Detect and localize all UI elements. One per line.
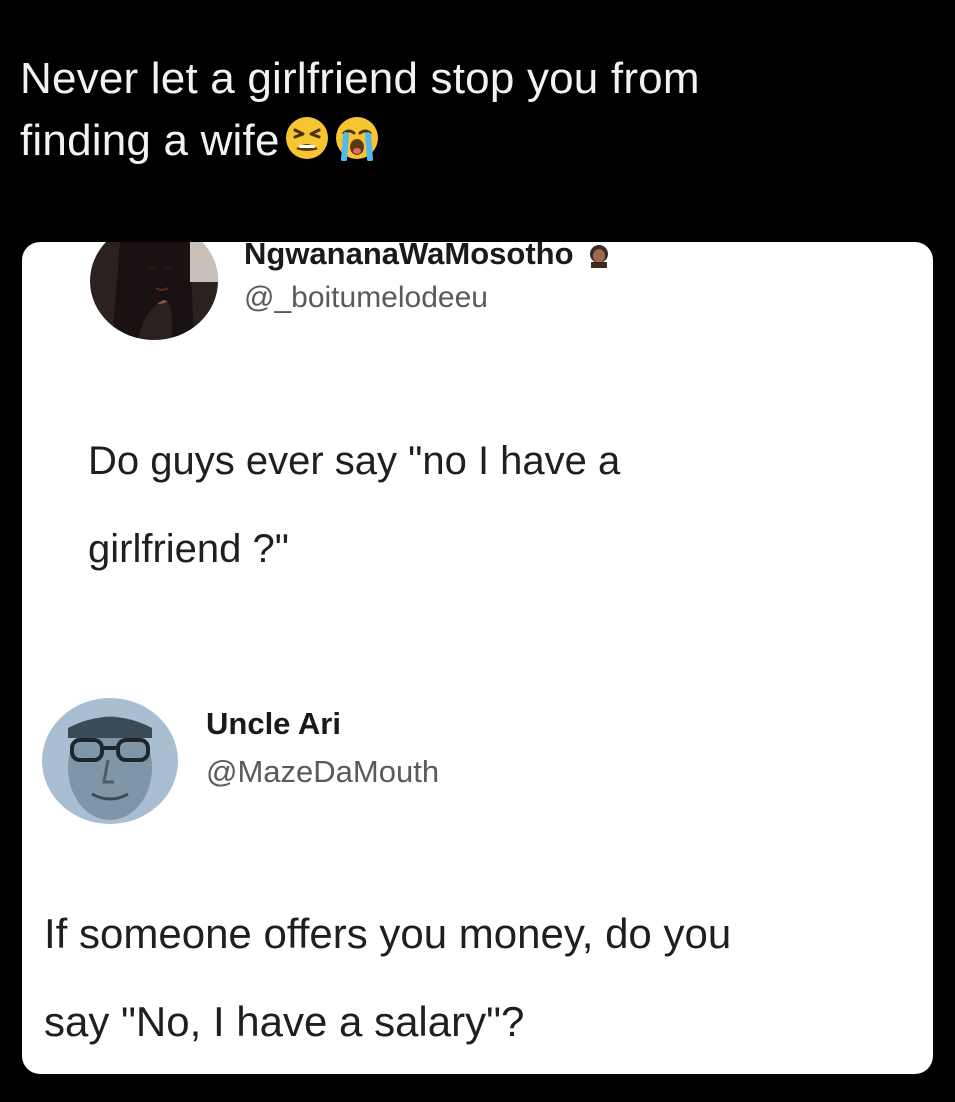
tweet2-text: If someone offers you money, do you say … xyxy=(44,890,731,1066)
tweet1-text-line-1: Do guys ever say "no I have a xyxy=(88,439,621,483)
tweet1-handle[interactable]: @_boitumelodeeu xyxy=(244,280,488,316)
tired-face-emoji-icon xyxy=(284,115,330,161)
loudly-crying-face-emoji-icon xyxy=(334,115,380,162)
caption-line-1: Never let a girlfriend stop you from xyxy=(20,54,700,103)
tweet1-text-line-2: girlfriend ?" xyxy=(88,527,289,571)
caption-line-2: finding a wife xyxy=(20,110,920,172)
tweet1-display-name-text: NgwananaWaMosotho xyxy=(244,242,574,271)
mother-emoji-icon xyxy=(586,242,612,276)
tweet2-avatar[interactable] xyxy=(42,698,178,824)
tweet2-text-line-2: say "No, I have a salary"? xyxy=(44,998,525,1045)
tweet1-display-name[interactable]: NgwananaWaMosotho xyxy=(244,242,612,276)
tweet1-avatar[interactable] xyxy=(90,242,218,340)
post-caption: Never let a girlfriend stop you from fin… xyxy=(20,48,920,172)
tweet2-display-name[interactable]: Uncle Ari xyxy=(206,706,341,742)
tweet-screenshot-card: NgwananaWaMosotho @_boitumelodeeu Do guy… xyxy=(22,242,933,1074)
tweet2-handle[interactable]: @MazeDaMouth xyxy=(206,754,439,790)
tweet2-text-line-1: If someone offers you money, do you xyxy=(44,910,732,957)
caption-line-2-text: finding a wife xyxy=(20,116,280,165)
tweet1-text: Do guys ever say "no I have a girlfriend… xyxy=(88,417,620,593)
